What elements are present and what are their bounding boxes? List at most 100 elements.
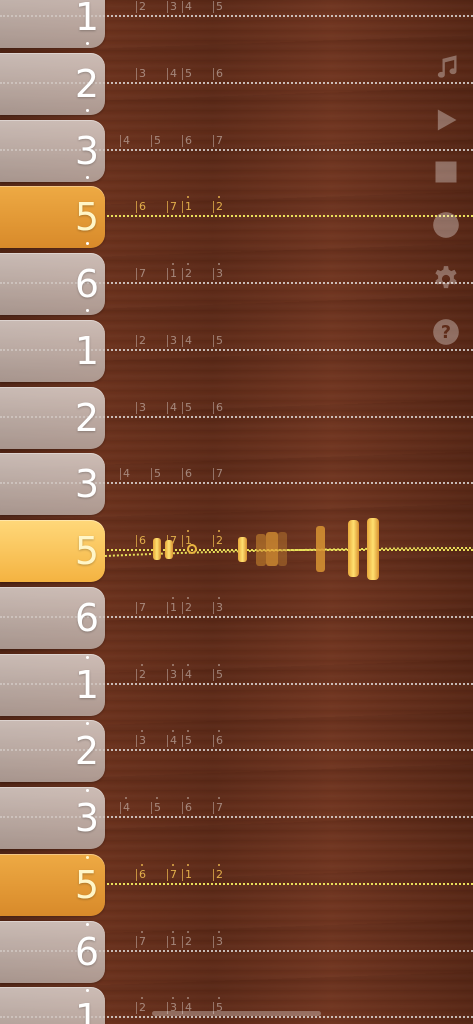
fret-label: 4: [182, 1, 192, 13]
fret-label: 7: [136, 930, 146, 948]
fret-label: 1: [167, 263, 177, 280]
fret-label: 4: [182, 663, 192, 681]
gear-icon: [435, 266, 457, 289]
fret-label: 1: [167, 930, 177, 948]
fret-labels: 6 71 2: [0, 852, 473, 919]
string-row: 67123: [0, 251, 473, 318]
fret-label: 1: [182, 196, 192, 214]
fret-label: 3: [167, 663, 177, 681]
fret-label: 5: [182, 401, 192, 414]
fret-label: 2: [136, 334, 146, 347]
fret-labels: 4 5 6 7: [0, 785, 473, 852]
fret-octave-dot: [218, 263, 220, 265]
fret-label: 2: [136, 1, 146, 13]
fret-label: 7: [213, 797, 223, 814]
fret-octave-dot: [172, 596, 174, 599]
fret-label: 7: [167, 863, 177, 881]
fret-label: 5: [182, 730, 192, 748]
fret-octave-dot: [141, 997, 143, 1000]
fret-octave-dot: [187, 596, 189, 599]
fret-label: 4: [167, 401, 177, 414]
fret-labels: 3 45 6: [0, 718, 473, 785]
fret-label: 2: [136, 997, 146, 1015]
fret-label: 5: [213, 663, 223, 681]
fret-label: 5: [151, 134, 161, 147]
home-indicator[interactable]: [152, 1011, 321, 1016]
fret-label: 3: [213, 263, 223, 280]
string-row: 12345: [0, 985, 473, 1024]
fret-octave-dot: [156, 797, 158, 799]
fret-octave-dot: [218, 930, 220, 933]
fret-label: 5: [213, 1, 223, 13]
fret-labels: 4 5 6 7: [0, 451, 473, 518]
fret-label: 1: [182, 530, 192, 547]
fret-octave-dot: [141, 863, 143, 866]
fret-octave-dot: [218, 596, 220, 599]
fret-label: 6: [182, 468, 192, 481]
string-row: 12345: [0, 0, 473, 51]
fret-octave-dot: [141, 930, 143, 933]
fret-label: 5: [151, 468, 161, 481]
record-button[interactable]: [431, 210, 461, 240]
fret-label: 6: [136, 201, 146, 214]
fret-octave-dot: [187, 263, 189, 265]
play-icon: [437, 109, 457, 131]
fret-label: 4: [182, 334, 192, 347]
fret-label: 4: [120, 797, 130, 814]
music-note-button[interactable]: [431, 52, 461, 82]
string-row: 56712: [0, 852, 473, 919]
string-row: 34567: [0, 451, 473, 518]
fret-label: 5: [213, 334, 223, 347]
zither-board: 1234523456345675671267123123452345634567…: [0, 0, 473, 1024]
fret-labels: 6 71 2: [0, 184, 473, 251]
fret-label: 5: [151, 797, 161, 814]
string-row: 56712: [0, 184, 473, 251]
play-button[interactable]: [431, 105, 461, 135]
fret-label: 2: [182, 263, 192, 280]
fret-label: 7: [213, 134, 223, 147]
fret-label: 4: [167, 67, 177, 80]
settings-button[interactable]: [431, 264, 461, 294]
fret-label: 7: [167, 535, 177, 547]
fret-label: 3: [213, 930, 223, 948]
string-row: 34567: [0, 118, 473, 185]
fret-label: 5: [182, 67, 192, 80]
fret-octave-dot: [187, 797, 189, 799]
string-row: 23456: [0, 718, 473, 785]
fret-labels: 7 12 3: [0, 585, 473, 652]
fret-octave-dot: [172, 663, 174, 666]
fret-octave-dot: [187, 530, 189, 532]
fret-octave-dot: [141, 663, 143, 666]
fret-octave-dot: [218, 997, 220, 1000]
fret-label: 3: [136, 401, 146, 414]
fret-labels: 2 34 5: [0, 0, 473, 51]
fret-label: 2: [136, 663, 146, 681]
fret-label: 2: [213, 196, 223, 214]
fret-label: 6: [213, 67, 223, 80]
record-icon: [433, 212, 459, 238]
string-row: 12345: [0, 652, 473, 719]
fret-label: 7: [136, 268, 146, 280]
fret-label: 4: [167, 730, 177, 748]
fret-octave-dot: [218, 530, 220, 532]
fret-labels: 2345: [0, 985, 473, 1024]
fret-octave-dot: [218, 196, 220, 199]
fret-labels: 7 12 3: [0, 919, 473, 986]
fret-octave-dot: [218, 730, 220, 733]
fret-label: 6: [213, 730, 223, 748]
fret-label: 3: [213, 596, 223, 614]
fret-label: 6: [182, 134, 192, 147]
fret-label: 7: [167, 201, 177, 214]
stop-icon: [435, 161, 457, 183]
fret-label: 3: [167, 334, 177, 347]
fret-octave-dot: [141, 730, 143, 733]
fret-label: 6: [136, 863, 146, 881]
help-button[interactable]: ?: [431, 317, 461, 347]
fret-label: 6: [136, 535, 146, 547]
fret-octave-dot: [187, 663, 189, 666]
fret-label: 3: [167, 1, 177, 13]
fret-octave-dot: [218, 797, 220, 799]
fret-octave-dot: [218, 663, 220, 666]
fret-label: 3: [136, 730, 146, 748]
stop-button[interactable]: [431, 157, 461, 187]
